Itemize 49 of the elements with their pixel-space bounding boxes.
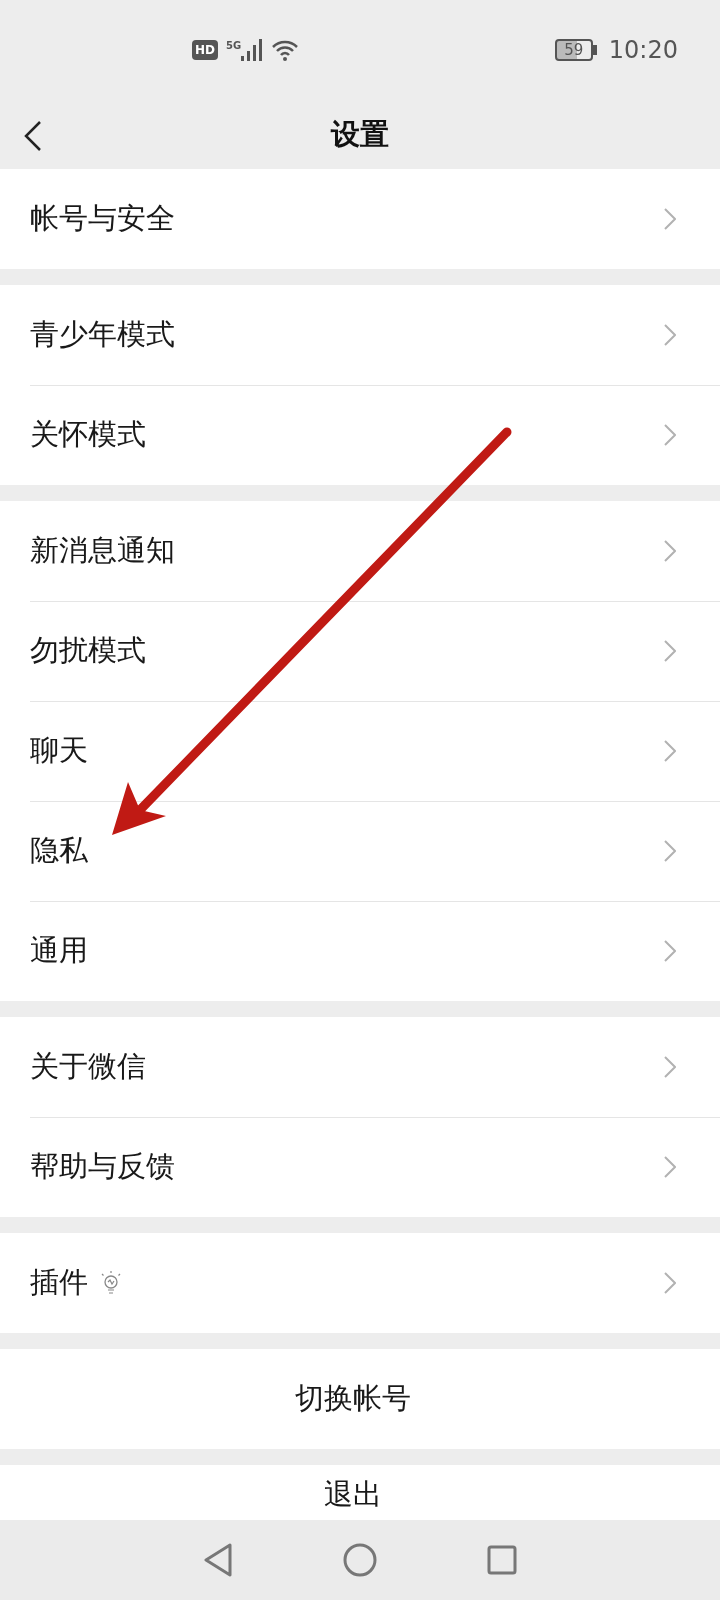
battery-indicator: 59 — [554, 39, 593, 61]
row-label: 帮助与反馈 — [30, 1148, 175, 1185]
row-label: 插件 — [30, 1264, 88, 1301]
row-label: 隐私 — [30, 832, 88, 869]
row-label: 退出 — [324, 1476, 382, 1513]
row-label: 帐号与安全 — [30, 200, 175, 237]
page-title: 设置 — [331, 115, 389, 153]
chevron-icon — [664, 1056, 676, 1078]
back-triangle-icon[interactable] — [203, 1543, 233, 1577]
chevron-icon — [664, 1156, 676, 1178]
home-circle-icon[interactable] — [343, 1543, 377, 1577]
settings-row[interactable]: 帮助与反馈 — [0, 1117, 720, 1217]
settings-row[interactable]: 通用 — [0, 901, 720, 1001]
wifi-icon — [271, 39, 300, 61]
row-label: 关怀模式 — [30, 416, 146, 453]
row-label: 新消息通知 — [30, 532, 175, 569]
clock-time: 10:20 — [608, 36, 678, 64]
settings-row[interactable]: 关于微信 — [0, 1017, 720, 1117]
lightbulb-icon — [100, 1271, 122, 1295]
chevron-icon — [664, 540, 676, 562]
action-row[interactable]: 切换帐号 — [0, 1349, 720, 1449]
settings-row[interactable]: 隐私 — [0, 801, 720, 901]
signal-icon — [241, 39, 264, 61]
row-label: 关于微信 — [30, 1048, 146, 1085]
settings-row[interactable]: 聊天 — [0, 701, 720, 801]
chevron-icon — [664, 424, 676, 446]
row-label: 勿扰模式 — [30, 632, 146, 669]
chevron-icon — [664, 740, 676, 762]
action-row[interactable]: 退出 — [0, 1465, 720, 1520]
settings-row[interactable]: 新消息通知 — [0, 501, 720, 601]
hd-badge: HD — [192, 40, 218, 60]
back-icon[interactable] — [24, 120, 42, 152]
settings-row[interactable]: 青少年模式 — [0, 285, 720, 385]
settings-row[interactable]: 关怀模式 — [0, 385, 720, 485]
row-label: 青少年模式 — [30, 316, 175, 353]
chevron-icon — [664, 324, 676, 346]
chevron-icon — [664, 1272, 676, 1294]
chevron-icon — [664, 208, 676, 230]
chevron-icon — [664, 840, 676, 862]
recents-square-icon[interactable] — [487, 1545, 517, 1575]
chevron-icon — [664, 940, 676, 962]
row-label: 通用 — [30, 932, 88, 969]
row-label: 聊天 — [30, 732, 88, 769]
settings-row[interactable]: 插件 — [0, 1233, 720, 1333]
settings-row[interactable]: 帐号与安全 — [0, 169, 720, 269]
chevron-icon — [664, 640, 676, 662]
settings-row[interactable]: 勿扰模式 — [0, 601, 720, 701]
network-label: 5G — [226, 40, 242, 51]
row-label: 切换帐号 — [295, 1380, 411, 1417]
